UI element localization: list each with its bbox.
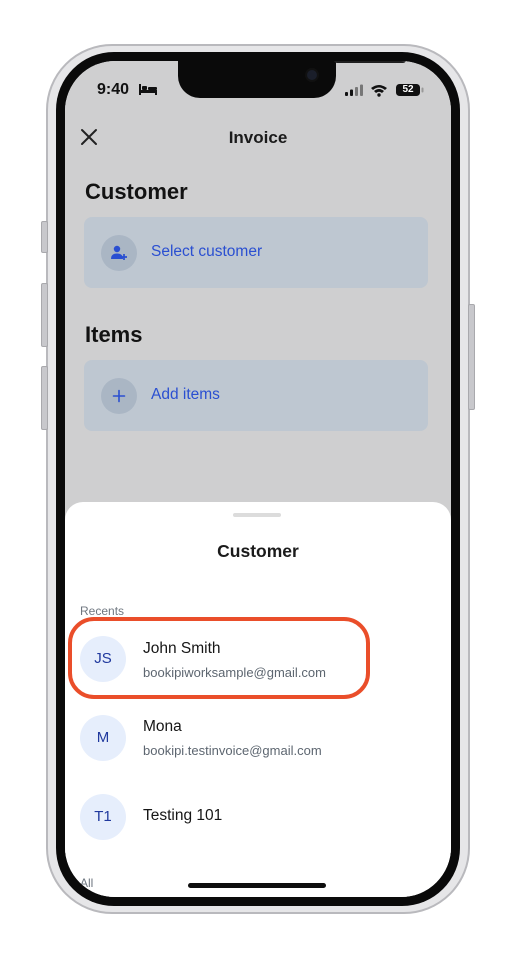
customer-row-testing-101[interactable]: T1 Testing 101 [65,782,451,854]
customer-row-mona[interactable]: M Mona bookipi.testinvoice@gmail.com [65,703,451,775]
customer-email: bookipi.testinvoice@gmail.com [143,743,322,758]
speaker-grille [334,61,406,63]
status-time: 9:40 [97,81,130,98]
sheet-drag-handle[interactable] [233,513,281,517]
sleep-focus-icon [139,84,157,95]
cellular-signal-icon [345,84,363,96]
recents-label: Recents [80,604,125,618]
nav-title: Invoice [228,128,288,147]
phone-screen: 9:40 52 Invoice Customer Select customer… [65,61,451,897]
add-items-icon-wrap [101,378,137,414]
add-user-icon [111,245,127,260]
front-camera [307,70,317,80]
home-indicator[interactable] [188,883,326,888]
notch [178,61,406,98]
highlight-annotation [68,617,370,699]
avatar: T1 [80,794,126,840]
items-section-title: Items [85,322,143,347]
power-button [468,304,475,410]
select-customer-button[interactable]: Select customer [84,217,428,288]
customer-bottom-sheet: Customer Recents JS John Smith bookipiwo… [65,502,451,897]
customer-name: Testing 101 [143,807,223,824]
add-items-label: Add items [151,386,220,403]
sheet-title: Customer [217,541,299,561]
add-items-button[interactable]: Add items [84,360,428,431]
volume-down-button [41,366,48,430]
select-customer-label: Select customer [151,243,263,260]
customer-section-title: Customer [85,179,188,204]
all-label: All [80,876,94,890]
mute-switch [41,221,48,253]
volume-up-button [41,283,48,347]
plus-icon [112,389,126,403]
add-customer-icon-wrap [101,235,137,271]
battery-level: 52 [402,84,414,95]
avatar: M [80,715,126,761]
customer-name: Mona [143,718,182,735]
wifi-icon [371,85,387,97]
